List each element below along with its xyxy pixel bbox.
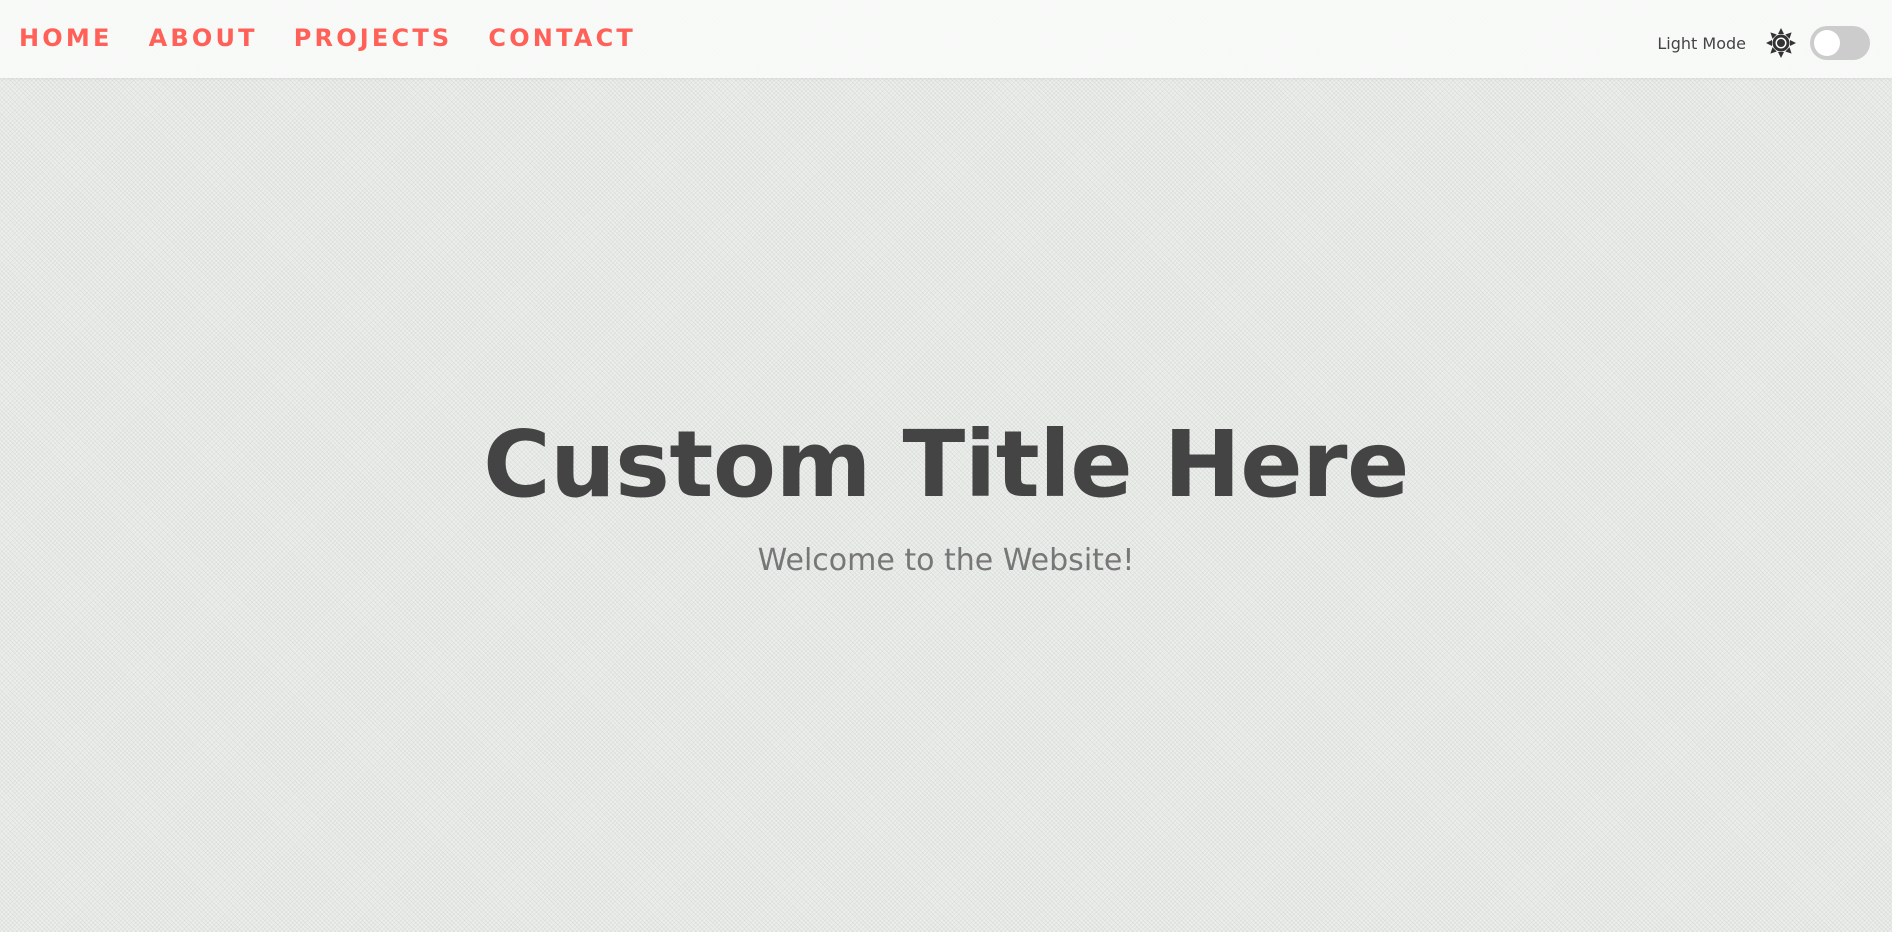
nav-about-link[interactable]: ABOUT	[149, 22, 258, 54]
sun-icon	[1765, 27, 1797, 59]
hero-title: Custom Title Here	[483, 411, 1409, 518]
theme-toggle[interactable]	[1810, 26, 1870, 60]
hero-section: Custom Title Here Welcome to the Website…	[0, 405, 1892, 581]
nav-contact-link[interactable]: CONTACT	[488, 22, 636, 54]
theme-switcher: Light Mode	[1657, 24, 1870, 62]
nav-links: HOME ABOUT PROJECTS CONTACT	[19, 22, 636, 54]
mode-label: Light Mode	[1657, 33, 1746, 53]
navbar: HOME ABOUT PROJECTS CONTACT Light Mode	[0, 0, 1892, 78]
nav-projects-link[interactable]: PROJECTS	[294, 22, 453, 54]
hero-subtitle: Welcome to the Website!	[757, 543, 1135, 578]
toggle-knob	[1814, 30, 1840, 56]
nav-home-link[interactable]: HOME	[19, 22, 113, 54]
